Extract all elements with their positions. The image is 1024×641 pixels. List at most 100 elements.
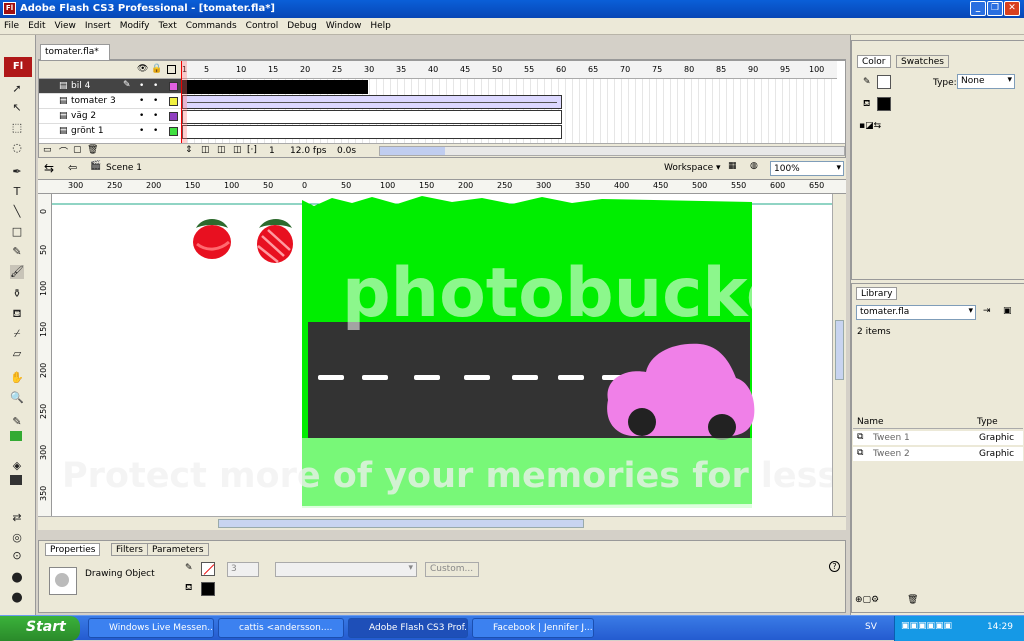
- stroke-style-select[interactable]: ▾: [275, 562, 417, 577]
- visibility-dot[interactable]: •: [139, 126, 144, 136]
- layer-row[interactable]: ▤ bil 4 ✎ • •: [39, 79, 181, 94]
- add-guide-icon[interactable]: ⌒: [59, 145, 68, 158]
- layer-row[interactable]: ▤ väg 2 • •: [39, 109, 181, 124]
- task-messenger[interactable]: Windows Live Messen...: [88, 618, 214, 638]
- frame-span-vag[interactable]: [182, 110, 562, 124]
- menu-view[interactable]: View: [51, 18, 81, 31]
- outline-icon[interactable]: [167, 65, 176, 74]
- text-tool-icon[interactable]: T: [10, 185, 24, 199]
- onion-skin-icon[interactable]: ◫: [201, 145, 210, 155]
- list-item[interactable]: ⧉ Tween 2 Graphic: [853, 447, 1023, 461]
- object-drawing-icon[interactable]: ◎: [10, 531, 24, 545]
- fill-color-icon[interactable]: ◈: [10, 459, 24, 473]
- snap-magnet-icon[interactable]: ⊙: [10, 549, 24, 563]
- menu-file[interactable]: File: [0, 18, 24, 31]
- type-select[interactable]: None ▾: [957, 74, 1015, 89]
- paint-bucket-tool-icon[interactable]: ⛾: [10, 307, 24, 321]
- selection-tool-icon[interactable]: ➚: [10, 82, 24, 96]
- edit-symbol-icon[interactable]: ◍: [750, 161, 758, 171]
- fill-swatch[interactable]: [201, 582, 215, 596]
- restore-button[interactable]: ❐: [987, 1, 1003, 16]
- stroke-color-icon[interactable]: ✎: [10, 415, 24, 429]
- language-indicator[interactable]: SV: [865, 622, 877, 632]
- menu-window[interactable]: Window: [322, 18, 367, 31]
- tray-icons[interactable]: ▣▣▣▣▣▣: [901, 621, 952, 631]
- lock-dot[interactable]: •: [153, 81, 158, 91]
- lasso-tool-icon[interactable]: ◌: [10, 141, 24, 155]
- edit-multiple-icon[interactable]: ◫: [233, 145, 242, 155]
- menu-modify[interactable]: Modify: [116, 18, 155, 31]
- stroke-height-field[interactable]: 3: [227, 562, 259, 577]
- eye-icon[interactable]: 👁: [137, 64, 148, 74]
- brush-shape-icon[interactable]: ●: [10, 591, 24, 605]
- layer-row[interactable]: ▤ tomater 3 • •: [39, 94, 181, 109]
- start-button[interactable]: Start: [0, 616, 80, 641]
- document-tab[interactable]: tomater.fla*: [40, 44, 110, 60]
- task-flash[interactable]: Adobe Flash CS3 Prof...: [348, 618, 468, 638]
- scene-name[interactable]: Scene 1: [106, 163, 142, 173]
- layer-color-swatch[interactable]: [169, 112, 178, 121]
- add-folder-icon[interactable]: ▢: [73, 145, 82, 155]
- stroke-color-swatch[interactable]: [10, 431, 22, 441]
- stage-canvas[interactable]: photobucket Protect more of your memorie…: [52, 194, 832, 516]
- keyframe-span-bil[interactable]: [182, 80, 368, 94]
- task-facebook[interactable]: Facebook | Jennifer J...: [472, 618, 594, 638]
- workspace-menu[interactable]: Workspace ▾: [664, 163, 721, 173]
- stroke-swatch[interactable]: [201, 562, 215, 576]
- new-library-icon[interactable]: ▣: [1003, 306, 1012, 316]
- visibility-dot[interactable]: •: [139, 81, 144, 91]
- pin-icon[interactable]: ⇥: [983, 306, 991, 316]
- menu-control[interactable]: Control: [242, 18, 284, 31]
- zoom-tool-icon[interactable]: 🔍: [10, 391, 24, 405]
- tab-swatches[interactable]: Swatches: [896, 55, 949, 68]
- tab-filters[interactable]: Filters: [111, 543, 148, 556]
- menu-debug[interactable]: Debug: [283, 18, 322, 31]
- eyedropper-tool-icon[interactable]: ⌿: [10, 327, 24, 341]
- zoom-select[interactable]: 100% ▾: [770, 161, 844, 176]
- menu-commands[interactable]: Commands: [182, 18, 242, 31]
- library-delete-icon[interactable]: 🗑: [907, 595, 918, 605]
- tab-parameters[interactable]: Parameters: [147, 543, 209, 556]
- column-type[interactable]: Type: [977, 417, 998, 427]
- help-icon[interactable]: ?: [829, 561, 840, 572]
- lock-dot[interactable]: •: [153, 96, 158, 106]
- color-stroke-swatch[interactable]: [877, 75, 891, 89]
- eraser-tool-icon[interactable]: ▱: [10, 347, 24, 361]
- library-new-symbol-icon[interactable]: ⊕▢⚙: [855, 595, 879, 605]
- timeline-toggle-icon[interactable]: ⇆: [44, 161, 54, 175]
- tab-library[interactable]: Library: [856, 287, 898, 300]
- swap-colors-icon[interactable]: ⇄: [10, 511, 24, 525]
- layer-color-swatch[interactable]: [169, 127, 178, 136]
- frame-ruler[interactable]: 1 5 10 15 20 25 30 35 40 45 50 55 60 65 …: [181, 61, 837, 79]
- menu-edit[interactable]: Edit: [24, 18, 50, 31]
- fill-color-swatch[interactable]: [10, 475, 22, 485]
- layer-row[interactable]: ▤ grönt 1 • •: [39, 124, 181, 139]
- edit-scene-icon[interactable]: ▦: [728, 161, 737, 171]
- onion-outline-icon[interactable]: ◫: [217, 145, 226, 155]
- add-layer-icon[interactable]: ▭: [43, 145, 52, 155]
- menu-insert[interactable]: Insert: [81, 18, 116, 31]
- frame-span-gront[interactable]: [182, 125, 562, 139]
- playhead[interactable]: [181, 61, 187, 143]
- color-fill-icon[interactable]: ⛾: [863, 99, 870, 110]
- ink-bottle-tool-icon[interactable]: ⚱: [10, 287, 24, 301]
- library-file-select[interactable]: tomater.fla ▾: [856, 305, 976, 320]
- color-fill-swatch[interactable]: [877, 97, 891, 111]
- delete-layer-icon[interactable]: 🗑: [87, 145, 98, 155]
- subselection-tool-icon[interactable]: ↖: [10, 101, 24, 115]
- color-stroke-icon[interactable]: ✎: [863, 77, 871, 87]
- layer-color-swatch[interactable]: [169, 97, 178, 106]
- layer-color-swatch[interactable]: [169, 82, 178, 91]
- line-tool-icon[interactable]: ╲: [10, 205, 24, 219]
- free-transform-tool-icon[interactable]: ⬚: [10, 121, 24, 135]
- list-item[interactable]: ⧉ Tween 1 Graphic: [853, 431, 1023, 445]
- frame-grid[interactable]: 1 5 10 15 20 25 30 35 40 45 50 55 60 65 …: [181, 61, 837, 143]
- menu-help[interactable]: Help: [366, 18, 396, 31]
- close-button[interactable]: ✕: [1004, 1, 1020, 16]
- visibility-dot[interactable]: •: [139, 111, 144, 121]
- task-email[interactable]: cattis <andersson....: [218, 618, 344, 638]
- swap-icon[interactable]: ▪◪⇆: [859, 121, 881, 131]
- lock-icon[interactable]: 🔒: [151, 64, 162, 74]
- tab-color[interactable]: Color: [857, 55, 891, 68]
- center-frame-icon[interactable]: ⇕: [185, 145, 193, 155]
